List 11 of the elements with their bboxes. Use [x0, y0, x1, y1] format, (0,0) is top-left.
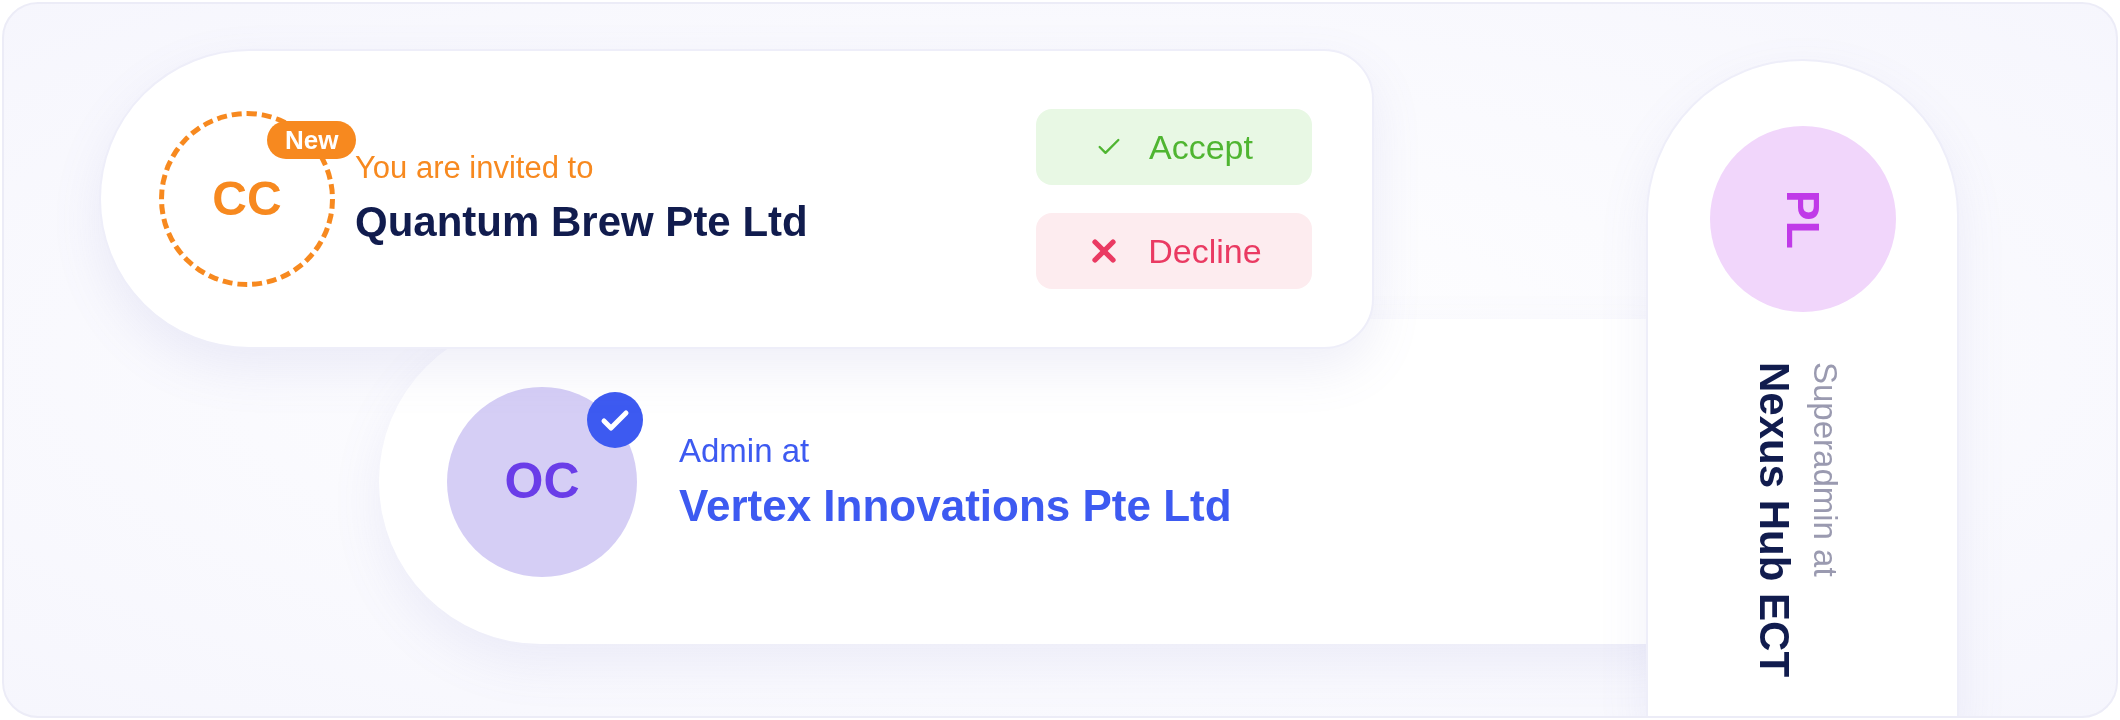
decline-button[interactable]: Decline — [1036, 213, 1312, 289]
role-label: Admin at — [679, 431, 811, 472]
role-label: Superadmin at — [1809, 362, 1842, 579]
company-name: Nexus Hub ECT — [1753, 362, 1795, 678]
accept-button[interactable]: Accept — [1036, 109, 1312, 185]
company-name: Vertex Innovations Pte Ltd — [679, 479, 1232, 532]
invite-subtitle: You are invited to — [355, 149, 595, 188]
avatar: OC — [447, 386, 637, 577]
company-name: Quantum Brew Pte Ltd — [355, 197, 809, 248]
new-badge: New — [267, 121, 357, 159]
avatar-initials: PL — [1779, 189, 1826, 249]
